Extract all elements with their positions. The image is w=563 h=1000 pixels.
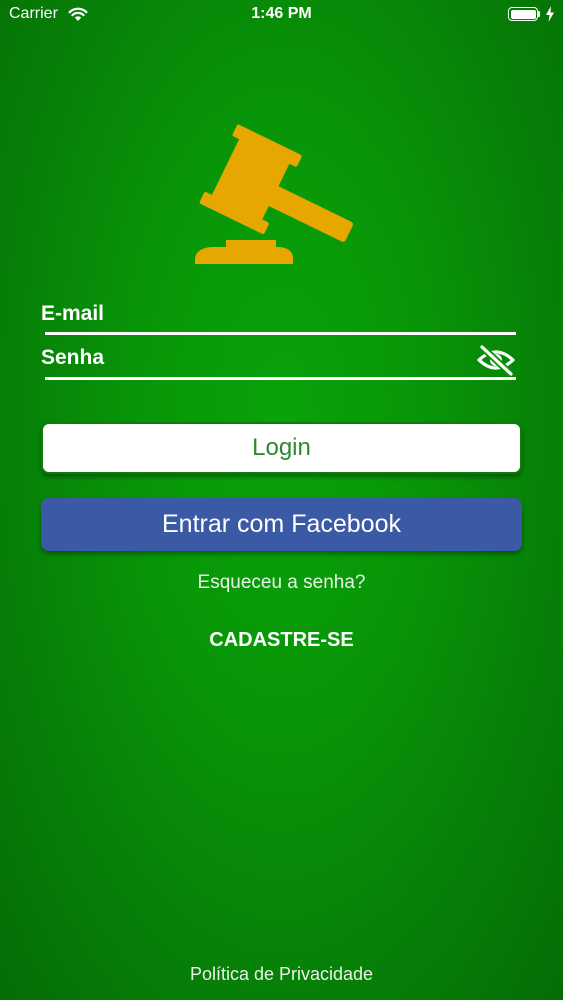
charging-bolt-icon (546, 6, 554, 22)
email-field[interactable]: E-mail (41, 302, 516, 338)
password-label: Senha (41, 346, 105, 369)
privacy-policy-link[interactable]: Política de Privacidade (0, 964, 563, 985)
gavel-icon (195, 124, 353, 264)
email-underline (45, 332, 516, 335)
battery-icon (508, 7, 538, 21)
password-field[interactable]: Senha (41, 344, 516, 382)
facebook-login-button[interactable]: Entrar com Facebook (41, 498, 522, 551)
status-bar: Carrier 1:46 PM (0, 0, 563, 30)
status-time: 1:46 PM (251, 5, 312, 22)
battery-level-fill (510, 9, 536, 19)
login-screen: Carrier 1:46 PM E-mail Senha Login Entra… (0, 0, 563, 1000)
sign-up-link[interactable]: CADASTRE-SE (0, 629, 563, 652)
facebook-button-label: Entrar com Facebook (162, 510, 401, 538)
password-underline (45, 377, 516, 380)
forgot-password-link[interactable]: Esqueceu a senha? (0, 572, 563, 594)
eye-slash-icon[interactable] (476, 344, 516, 376)
login-button-label: Login (252, 434, 311, 461)
login-button[interactable]: Login (41, 422, 522, 474)
email-label: E-mail (41, 302, 105, 325)
battery-tip (538, 11, 540, 17)
